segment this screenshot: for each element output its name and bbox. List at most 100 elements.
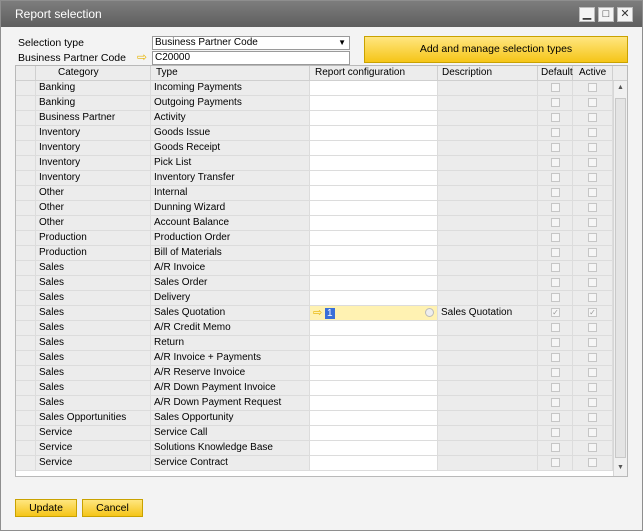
link-arrow-icon[interactable]: ⇨ <box>313 307 322 319</box>
row-number-cell[interactable] <box>16 381 36 396</box>
active-checkbox[interactable] <box>588 353 597 362</box>
table-row[interactable]: Sales A/R Reserve Invoice <box>16 366 613 381</box>
table-row[interactable]: Production Production Order <box>16 231 613 246</box>
header-active[interactable]: Active <box>573 66 613 81</box>
default-checkbox[interactable] <box>551 323 560 332</box>
table-row[interactable]: Service Service Contract <box>16 456 613 471</box>
category-cell[interactable]: Business Partner <box>36 111 151 126</box>
description-cell[interactable] <box>438 411 538 426</box>
table-row[interactable]: Banking Incoming Payments <box>16 81 613 96</box>
category-cell[interactable]: Other <box>36 186 151 201</box>
active-checkbox[interactable] <box>588 383 597 392</box>
description-cell[interactable] <box>438 126 538 141</box>
description-cell[interactable]: Sales Quotation <box>438 306 538 321</box>
category-cell[interactable]: Service <box>36 456 151 471</box>
report-configuration-cell[interactable]: ⇨ 1 <box>310 306 438 321</box>
category-cell[interactable]: Banking <box>36 96 151 111</box>
add-manage-selection-types-button[interactable]: Add and manage selection types <box>364 36 628 63</box>
default-checkbox[interactable] <box>551 98 560 107</box>
row-number-cell[interactable] <box>16 81 36 96</box>
report-configuration-cell[interactable] <box>310 441 438 456</box>
row-number-cell[interactable] <box>16 156 36 171</box>
description-cell[interactable] <box>438 186 538 201</box>
report-configuration-cell[interactable] <box>310 456 438 471</box>
active-checkbox[interactable] <box>588 368 597 377</box>
active-checkbox[interactable] <box>588 263 597 272</box>
active-checkbox[interactable] <box>588 278 597 287</box>
report-configuration-cell[interactable] <box>310 426 438 441</box>
type-cell[interactable]: Incoming Payments <box>151 81 310 96</box>
active-checkbox[interactable] <box>588 98 597 107</box>
description-cell[interactable] <box>438 276 538 291</box>
category-cell[interactable]: Other <box>36 216 151 231</box>
row-number-cell[interactable] <box>16 201 36 216</box>
row-number-cell[interactable] <box>16 261 36 276</box>
default-checkbox[interactable] <box>551 158 560 167</box>
default-checkbox[interactable] <box>551 218 560 227</box>
row-number-cell[interactable] <box>16 291 36 306</box>
report-configuration-cell[interactable] <box>310 291 438 306</box>
row-number-cell[interactable] <box>16 321 36 336</box>
table-row[interactable]: Service Service Call <box>16 426 613 441</box>
minimize-icon[interactable]: ▁ <box>579 7 595 22</box>
row-number-cell[interactable] <box>16 216 36 231</box>
type-cell[interactable]: Dunning Wizard <box>151 201 310 216</box>
row-number-cell[interactable] <box>16 231 36 246</box>
report-configuration-cell[interactable] <box>310 171 438 186</box>
dropdown-arrow-icon[interactable]: ▼ <box>338 37 346 49</box>
default-checkbox[interactable] <box>551 383 560 392</box>
report-configuration-cell[interactable] <box>310 351 438 366</box>
default-checkbox[interactable] <box>551 368 560 377</box>
default-checkbox[interactable] <box>551 113 560 122</box>
description-cell[interactable] <box>438 456 538 471</box>
table-row[interactable]: Sales A/R Invoice <box>16 261 613 276</box>
row-number-cell[interactable] <box>16 336 36 351</box>
scrollbar-thumb[interactable] <box>615 98 626 458</box>
type-cell[interactable]: Solutions Knowledge Base <box>151 441 310 456</box>
active-checkbox[interactable] <box>588 203 597 212</box>
header-type[interactable]: Type <box>151 66 310 81</box>
category-cell[interactable]: Service <box>36 426 151 441</box>
table-row[interactable]: Sales A/R Down Payment Request <box>16 396 613 411</box>
default-checkbox[interactable] <box>551 413 560 422</box>
vertical-scrollbar[interactable]: ▲ ▼ <box>613 81 627 476</box>
table-row[interactable]: Inventory Inventory Transfer <box>16 171 613 186</box>
type-cell[interactable]: A/R Reserve Invoice <box>151 366 310 381</box>
report-configuration-cell[interactable] <box>310 261 438 276</box>
active-checkbox[interactable]: ✓ <box>588 308 597 317</box>
report-configuration-cell[interactable] <box>310 216 438 231</box>
default-checkbox[interactable] <box>551 338 560 347</box>
description-cell[interactable] <box>438 201 538 216</box>
active-checkbox[interactable] <box>588 458 597 467</box>
table-row[interactable]: Business Partner Activity <box>16 111 613 126</box>
table-row[interactable]: Other Account Balance <box>16 216 613 231</box>
description-cell[interactable] <box>438 141 538 156</box>
default-checkbox[interactable] <box>551 263 560 272</box>
table-row[interactable]: Service Solutions Knowledge Base <box>16 441 613 456</box>
category-cell[interactable]: Production <box>36 246 151 261</box>
table-row[interactable]: Production Bill of Materials <box>16 246 613 261</box>
row-number-cell[interactable] <box>16 426 36 441</box>
link-arrow-icon[interactable]: ⇨ <box>137 50 147 64</box>
report-configuration-cell[interactable] <box>310 336 438 351</box>
default-checkbox[interactable] <box>551 248 560 257</box>
category-cell[interactable]: Inventory <box>36 156 151 171</box>
table-row[interactable]: Sales Sales Quotation ⇨ 1 Sales Quotation ✓ ✓ <box>16 306 613 321</box>
type-cell[interactable]: Sales Opportunity <box>151 411 310 426</box>
default-checkbox[interactable] <box>551 233 560 242</box>
category-cell[interactable]: Production <box>36 231 151 246</box>
category-cell[interactable]: Sales Opportunities <box>36 411 151 426</box>
category-cell[interactable]: Sales <box>36 321 151 336</box>
report-configuration-cell[interactable] <box>310 111 438 126</box>
description-cell[interactable] <box>438 291 538 306</box>
type-cell[interactable]: Goods Issue <box>151 126 310 141</box>
description-cell[interactable] <box>438 366 538 381</box>
report-configuration-cell[interactable] <box>310 381 438 396</box>
table-row[interactable]: Sales A/R Credit Memo <box>16 321 613 336</box>
report-configuration-cell[interactable] <box>310 411 438 426</box>
description-cell[interactable] <box>438 336 538 351</box>
type-cell[interactable]: Goods Receipt <box>151 141 310 156</box>
category-cell[interactable]: Inventory <box>36 171 151 186</box>
row-number-cell[interactable] <box>16 141 36 156</box>
type-cell[interactable]: Production Order <box>151 231 310 246</box>
